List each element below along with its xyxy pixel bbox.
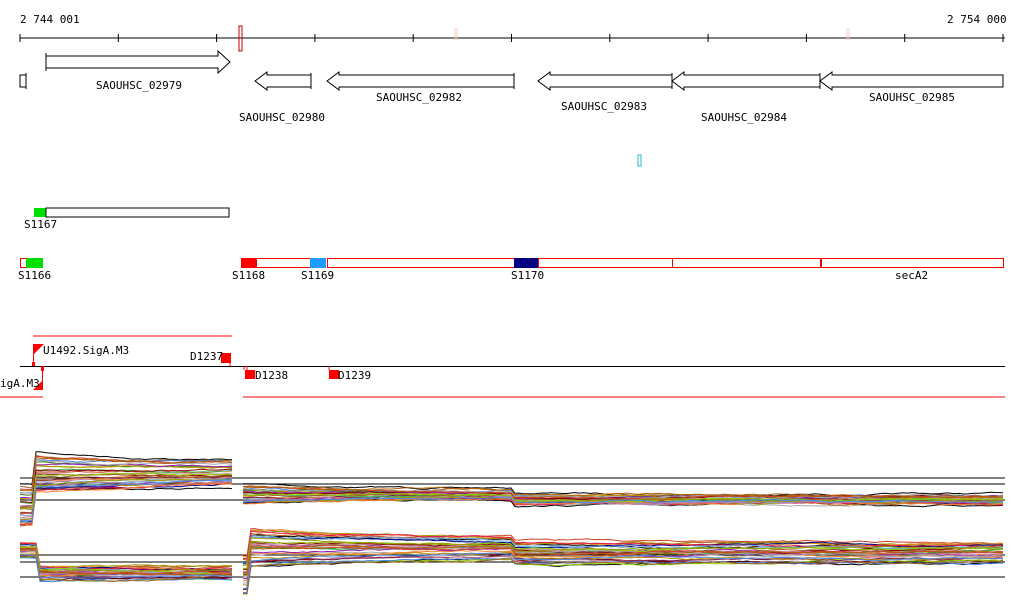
segment-S1169-start [310, 258, 326, 268]
segment-S1169-body[interactable] [327, 258, 515, 268]
segment-body[interactable] [672, 258, 821, 268]
gene-label[interactable]: SAOUHSC_02979 [96, 80, 182, 92]
gene-label[interactable]: SAOUHSC_02985 [869, 92, 955, 104]
gene-arrow-SAOUHSC_02984[interactable] [671, 71, 821, 91]
segment-S1168-body[interactable] [256, 258, 311, 268]
segment-secA2[interactable] [821, 258, 1004, 268]
segment-label: S1167 [24, 218, 58, 231]
segment-S1166-start [26, 258, 43, 268]
flag-D1238[interactable] [245, 370, 255, 379]
gene-arrow-SAOUHSC_02980[interactable] [254, 71, 312, 91]
feature-label: igA.M3 [0, 377, 40, 390]
feature-label: D1238 [255, 369, 289, 382]
gene-arrow-SAOUHSC_02985[interactable] [819, 71, 1004, 91]
ruler-start-label: 2 744 001 [20, 13, 80, 26]
gene-label[interactable]: SAOUHSC_02984 [701, 112, 787, 124]
segment-label: S1168 [232, 269, 266, 282]
segment-S1167[interactable] [45, 207, 230, 218]
gene-label[interactable]: SAOUHSC_02982 [376, 92, 462, 104]
feature-label: D1237 [190, 350, 224, 363]
expression-line [19, 487, 233, 527]
expression-plot-reverse [19, 528, 1005, 595]
expression-line [242, 552, 1004, 591]
gene-stub [19, 73, 27, 89]
feature-label: D1239 [338, 369, 372, 382]
segment-S1167-start[interactable] [34, 208, 46, 217]
segment-label: secA2 [895, 269, 929, 282]
expression-plot-forward [19, 451, 1005, 527]
segment-S1170-body[interactable] [538, 258, 673, 268]
segment-label: S1170 [511, 269, 545, 282]
coordinate-ruler [19, 34, 1005, 42]
segment-label: S1169 [301, 269, 335, 282]
genome-browser-view: 2 744 001 2 754 000 SAOUHSC_02979 SAOUHS… [0, 0, 1024, 611]
gene-label[interactable]: SAOUHSC_02983 [561, 101, 647, 113]
small-feature [637, 154, 642, 167]
ruler-end-label: 2 754 000 [947, 13, 1007, 26]
gene-label[interactable]: SAOUHSC_02980 [239, 112, 325, 124]
segment-S1170-start [514, 258, 538, 268]
segment-S1168-start [241, 258, 256, 268]
gene-arrow-SAOUHSC_02982[interactable] [326, 71, 515, 91]
segment-label: S1166 [18, 269, 52, 282]
gene-arrow-SAOUHSC_02979[interactable] [45, 49, 231, 75]
feature-label: U1492.SigA.M3 [43, 344, 130, 357]
gene-arrow-SAOUHSC_02983[interactable] [537, 71, 673, 91]
